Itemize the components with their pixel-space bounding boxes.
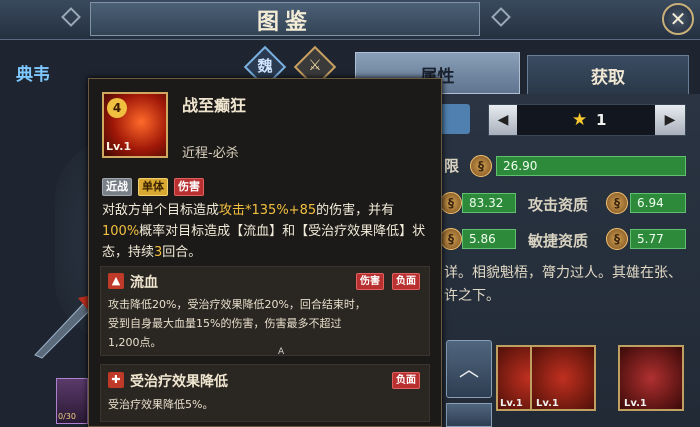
skill-name: 战至癫狂 — [182, 96, 247, 115]
limit-label: 限 — [444, 157, 460, 175]
effect-tag: 负面 — [392, 372, 420, 389]
scroll-down-button[interactable] — [446, 403, 492, 427]
stat-value: 5.86 — [462, 229, 516, 249]
skill-card-level: Lv.1 — [500, 398, 523, 409]
coin-icon: § — [440, 228, 462, 250]
tab-obtain-label: 获取 — [591, 68, 625, 88]
scroll-up-button[interactable]: ︿ — [446, 340, 492, 398]
page-title: 图鉴 — [256, 10, 313, 35]
star-next-button[interactable]: ▶ — [655, 105, 685, 135]
coin-icon: § — [470, 155, 492, 177]
sword-icon: ⚔ — [308, 56, 322, 74]
star-prev-button[interactable]: ◀ — [489, 105, 517, 135]
effect-text: 攻击降低20%，受治疗效果降低20%，回合结束时， 受到自身最大血量15%的伤害… — [108, 298, 366, 349]
close-icon: ✕ — [669, 7, 687, 31]
skill-rank-badge: 4 — [107, 98, 127, 118]
hero-name-label: 典韦 — [16, 65, 50, 85]
stat-value: 83.32 — [462, 193, 516, 213]
stat-label: 敏捷资质 — [528, 232, 589, 250]
skill-type: 近程-必杀 — [182, 146, 239, 161]
coin-icon: § — [440, 192, 462, 214]
skill-level: Lv.1 — [106, 140, 132, 153]
star-value: 1 — [596, 111, 607, 129]
chevron-up-icon: ︿ — [459, 357, 479, 381]
panel-button[interactable] — [440, 104, 470, 134]
effect-tag: 负面 — [392, 273, 420, 290]
close-button[interactable]: ✕ — [662, 3, 694, 35]
hero-description: 详。相貌魁梧，膂力过人。其雄在张、许之下。 — [444, 265, 682, 304]
star-icon: ★ — [572, 110, 588, 130]
stat-value: 6.94 — [630, 193, 686, 213]
coin-icon: § — [606, 192, 628, 214]
skill-description: 对敌方单个目标造成攻击*135%+85的伤害，并有100%概率对目标造成【流血】… — [102, 203, 426, 260]
skill-tag: 近战 — [102, 178, 132, 196]
coin-icon: § — [606, 228, 628, 250]
skill-card-level: Lv.1 — [536, 398, 559, 409]
hero-card-count: 0/30 — [58, 412, 76, 421]
stat-value: 5.77 — [630, 229, 686, 249]
faction-label: 魏 — [257, 57, 273, 75]
effect-name: 受治疗效果降低 — [130, 374, 228, 390]
effect-tag: 伤害 — [356, 273, 384, 290]
stat-label: 攻击资质 — [528, 196, 589, 214]
skill-tag: 单体 — [138, 178, 168, 196]
skill-card-level: Lv.1 — [624, 398, 647, 409]
heal-reduce-icon: ✚ — [108, 372, 124, 388]
effect-text: 受治疗效果降低5%。 — [108, 398, 214, 411]
limit-bar: 26.90 — [496, 156, 686, 176]
scroll-marker: A — [278, 347, 285, 357]
bleed-icon: ▲ — [108, 273, 124, 289]
effect-name: 流血 — [130, 275, 158, 291]
skill-tag: 伤害 — [174, 178, 204, 196]
